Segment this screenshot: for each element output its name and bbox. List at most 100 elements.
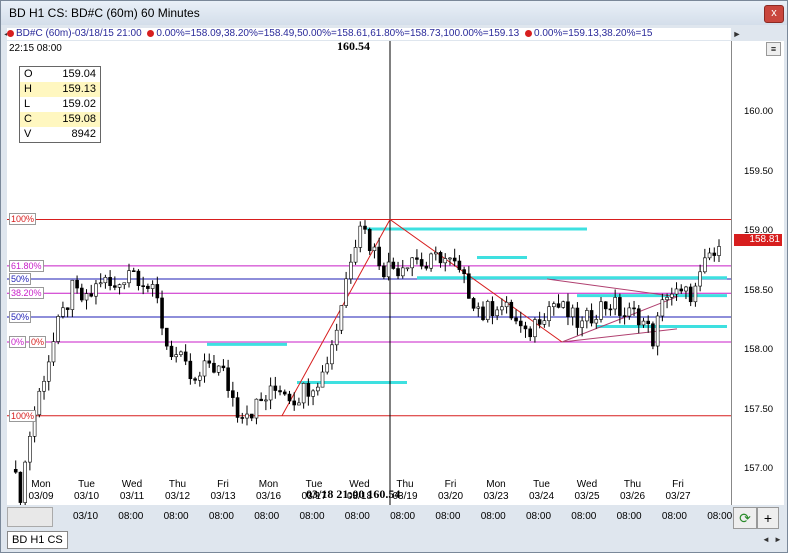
candle-body: [382, 265, 386, 278]
day-name: Mon: [486, 479, 506, 490]
candle-body: [94, 283, 98, 297]
candle-body: [75, 279, 79, 289]
candle-body: [339, 305, 344, 331]
candle-body: [155, 284, 160, 299]
ohlc-value: 159.13: [62, 83, 96, 95]
candle-body: [589, 310, 594, 324]
candle-body: [193, 378, 197, 381]
candle-body: [98, 282, 103, 285]
candle-body: [103, 277, 108, 284]
candle-body: [46, 361, 51, 382]
time-tick-label: 08:00: [344, 511, 370, 522]
candle-body: [500, 306, 504, 311]
cursor-date-readout: 03/18 21:00 160.54: [306, 487, 401, 501]
candle-body: [556, 303, 561, 308]
price-tick-label: 157.00: [744, 463, 774, 475]
candle-body: [471, 298, 476, 309]
candle-body: [264, 399, 268, 402]
candle-body: [410, 257, 415, 269]
candle-body: [693, 285, 698, 303]
time-tick-label: 08:00: [390, 511, 416, 522]
candle-body: [490, 301, 495, 317]
time-tick-label: 08:00: [299, 511, 325, 522]
time-tick-label: 08:00: [118, 511, 144, 522]
tab-bar: BD H1 CS ◄ ►: [1, 529, 787, 551]
day-name: Wed: [121, 479, 143, 490]
info-item-fib-2: 0.00%=159.13,38.20%=15: [525, 28, 652, 39]
add-button[interactable]: +: [757, 507, 779, 529]
refresh-icon[interactable]: ⟳: [733, 507, 757, 529]
day-name: Fri: [672, 479, 684, 490]
window-title: BD H1 CS: BD#C (60m) 60 Minutes: [9, 6, 200, 20]
candle-body: [481, 306, 485, 320]
day-date: 03/25: [574, 491, 600, 502]
close-button[interactable]: x: [764, 5, 784, 23]
candle-body: [292, 400, 297, 406]
ohlc-key: L: [24, 98, 31, 110]
candle-body: [457, 260, 462, 270]
ohlc-value: 8942: [71, 128, 96, 140]
candle-body: [202, 360, 207, 377]
day-date: 03/27: [665, 491, 691, 502]
tab-bd-h1-cs[interactable]: BD H1 CS: [7, 531, 68, 549]
candle-body: [523, 325, 528, 330]
candle-body: [415, 257, 419, 260]
title-bar[interactable]: BD H1 CS: BD#C (60m) 60 Minutes x: [1, 1, 787, 25]
chart-scrollbar[interactable]: [7, 507, 53, 527]
time-tick-label: 08:00: [435, 511, 461, 522]
candle-body: [452, 257, 457, 262]
candle-body: [627, 307, 632, 317]
candle-body: [70, 279, 75, 310]
candle-body: [28, 436, 32, 463]
day-name: Thu: [623, 479, 642, 490]
time-tick-label: 08:00: [526, 511, 552, 522]
candle-body: [245, 413, 249, 419]
day-name: Thu: [168, 479, 187, 490]
day-label: Fri 03/13: [203, 479, 243, 503]
candle-body: [391, 261, 396, 269]
day-name: Mon: [258, 479, 279, 490]
candle-body: [542, 320, 547, 325]
candle-body: [433, 252, 438, 255]
candle-body: [212, 362, 216, 373]
day-name: Tue: [533, 479, 550, 490]
day-name: Mon: [31, 479, 51, 490]
candle-body: [443, 258, 448, 264]
candle-body: [108, 277, 112, 286]
day-label: Fri 03/20: [431, 479, 471, 503]
fib-level-label: 0%: [29, 336, 47, 348]
candle-body: [367, 229, 372, 251]
candle-body: [533, 319, 537, 338]
ohlc-value: 159.08: [62, 113, 96, 125]
candle-body: [42, 380, 46, 392]
header-time: 22:15 08:00: [9, 43, 62, 54]
candle-body: [476, 306, 481, 309]
time-tick-label: 08:00: [254, 511, 280, 522]
time-tick-label: 03/10: [73, 511, 99, 522]
candle-body: [669, 293, 674, 298]
candle-body: [674, 288, 679, 295]
price-axis[interactable]: 158.81 160.00 159.50 159.00 158.50 158.00 157…: [731, 41, 784, 505]
candle-body: [632, 307, 636, 310]
day-label: Thu 03/12: [158, 479, 198, 503]
info-item-fib-1: 0.00%=158.09,38.20%=158.49,50.00%=158.61…: [147, 28, 519, 39]
candle-body: [207, 360, 212, 364]
tab-scroll-left-icon[interactable]: ◄: [761, 535, 771, 545]
candle-body: [665, 297, 669, 301]
axis-zoom-button[interactable]: ≡: [766, 42, 781, 56]
candle-body: [703, 257, 707, 273]
ohlc-value: 159.04: [62, 68, 96, 80]
price-chart[interactable]: 22:15 08:00 160.54 O 159.04 H 159.13 L 159.02…: [7, 41, 731, 505]
candle-body: [603, 301, 608, 310]
day-name: Wed: [576, 479, 598, 490]
candle-body: [514, 317, 518, 322]
candle-body: [462, 269, 466, 275]
candle-body: [122, 282, 127, 285]
candle-body: [320, 371, 325, 388]
candle-body: [386, 261, 391, 278]
day-label: Wed 03/25: [567, 479, 607, 503]
candle-body: [311, 390, 315, 397]
candle-body: [131, 270, 136, 272]
infobar-right-arrow[interactable]: ►: [731, 28, 743, 40]
tab-scroll-right-icon[interactable]: ►: [773, 535, 783, 545]
